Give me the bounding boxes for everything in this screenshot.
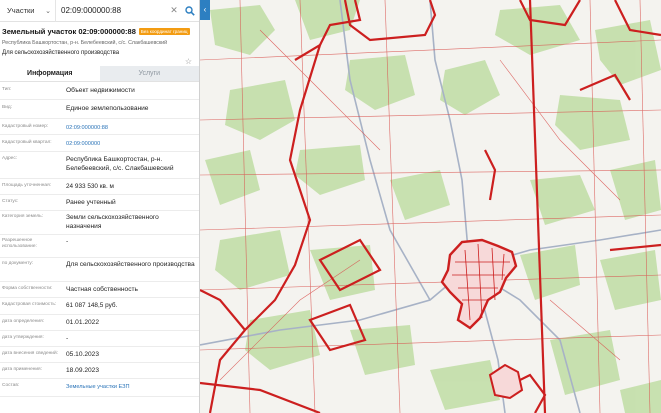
field-value: Для сельскохозяйственного производства	[66, 261, 195, 268]
field-value: Ранее учтенный	[66, 199, 116, 206]
map-view[interactable]	[200, 0, 661, 413]
field-key: Форма собственности:	[2, 286, 53, 291]
star-icon[interactable]: ☆	[185, 57, 192, 66]
map-canvas[interactable]	[200, 0, 661, 413]
search-bar: Участки ⌄ ✕	[0, 0, 199, 22]
table-row: Площадь уточненная: 24 933 530 кв. м	[0, 179, 199, 195]
field-value: 61 087 148,5 руб.	[66, 302, 118, 309]
field-key: Состав:	[2, 383, 20, 388]
table-row: Статус: Ранее учтенный	[0, 195, 199, 211]
table-row: дата определения: 01.01.2022	[0, 315, 199, 331]
field-value: -	[66, 335, 69, 342]
field-value: -	[66, 238, 69, 245]
field-value: Частная собственность	[66, 286, 138, 293]
info-panel: Участки ⌄ ✕ Земельный участок 02:09:0000…	[0, 0, 200, 413]
field-key: Вид:	[2, 105, 13, 110]
parcel-purpose: Для сельскохозяйственного производства	[2, 50, 120, 56]
app: ‹ Участки ⌄ ✕ Земельный участок 02:09:00…	[0, 0, 661, 413]
field-value: Республика Башкортостан, р-н. Белебеевск…	[66, 156, 174, 172]
table-row: дата применения: 18.09.2023	[0, 363, 199, 379]
table-row: Форма собственности: Частная собственнос…	[0, 282, 199, 298]
attributes-table: Тип: Объект недвижимости Вид: Единое зем…	[0, 81, 199, 397]
field-value: 18.09.2023	[66, 367, 100, 374]
table-row: Состав: Земельные участки ЕЗП	[0, 379, 199, 397]
chevron-down-icon: ⌄	[45, 7, 51, 15]
field-key: дата определения:	[2, 319, 45, 324]
field-value: 24 933 530 кв. м	[66, 183, 114, 190]
parcel-header: Земельный участок 02:09:000000:88 Без ко…	[0, 22, 199, 58]
table-row: Адрес: Республика Башкортостан, р-н. Бел…	[0, 152, 199, 179]
field-key: Статус:	[2, 199, 19, 204]
cadastral-quarter-link[interactable]: 02:09:000000	[66, 140, 199, 149]
field-value: 05.10.2023	[66, 351, 100, 358]
cadastral-number-link[interactable]: 02:09:000000:88	[66, 124, 199, 133]
no-boundaries-badge: Без координат границ	[138, 28, 190, 35]
table-row: Разрешенное использование: -	[0, 235, 199, 258]
parcel-title: Земельный участок 02:09:000000:88	[2, 27, 136, 36]
panel-tabs: Информация Услуги	[0, 66, 199, 81]
field-key: Кадастровый квартал:	[2, 140, 52, 145]
field-key: Кадастровая стоимость:	[2, 302, 57, 307]
table-row: Вид: Единое землепользование	[0, 100, 199, 119]
field-value: 01.01.2022	[66, 319, 100, 326]
field-value: Земли сельскохозяйственного назначения	[66, 214, 159, 230]
close-icon[interactable]: ✕	[167, 5, 181, 16]
search-icon	[185, 5, 195, 16]
field-key: дата утверждения:	[2, 335, 44, 340]
field-key: Тип:	[2, 87, 12, 92]
field-value: Объект недвижимости	[66, 87, 135, 94]
table-row: Кадастровый квартал: 02:09:000000	[0, 135, 199, 152]
field-value: Единое землепользование	[66, 105, 149, 112]
field-key: Кадастровый номер:	[2, 124, 49, 129]
search-type-select[interactable]: Участки ⌄	[0, 0, 56, 22]
search-type-label: Участки	[7, 6, 35, 15]
field-key: по документу:	[2, 261, 34, 266]
forest-areas	[205, 0, 661, 413]
parcel-address: Республика Башкортостан, р-н. Белебеевск…	[2, 40, 168, 46]
field-key: Площадь уточненная:	[2, 183, 52, 188]
table-row: дата внесения сведений: 05.10.2023	[0, 347, 199, 363]
collapse-panel-button[interactable]: ‹	[200, 0, 210, 20]
table-row: дата утверждения: -	[0, 331, 199, 347]
field-key: Категория земель:	[2, 214, 44, 219]
field-key: Разрешенное использование:	[2, 238, 37, 249]
field-key: Адрес:	[2, 156, 18, 161]
table-row: Кадастровая стоимость: 61 087 148,5 руб.	[0, 298, 199, 315]
tab-services[interactable]: Услуги	[99, 66, 199, 81]
field-key: дата применения:	[2, 367, 42, 372]
search-button[interactable]	[181, 0, 199, 22]
table-row: Кадастровый номер: 02:09:000000:88	[0, 119, 199, 135]
search-input[interactable]	[56, 0, 167, 21]
chevron-left-icon: ‹	[203, 5, 207, 14]
table-row: Категория земель: Земли сельскохозяйстве…	[0, 211, 199, 235]
ezp-parcels-link[interactable]: Земельные участки ЕЗП	[66, 383, 199, 392]
field-key: дата внесения сведений:	[2, 351, 58, 356]
tab-information[interactable]: Информация	[0, 66, 100, 81]
table-row: по документу: Для сельскохозяйственного …	[0, 258, 199, 282]
table-row: Тип: Объект недвижимости	[0, 82, 199, 100]
